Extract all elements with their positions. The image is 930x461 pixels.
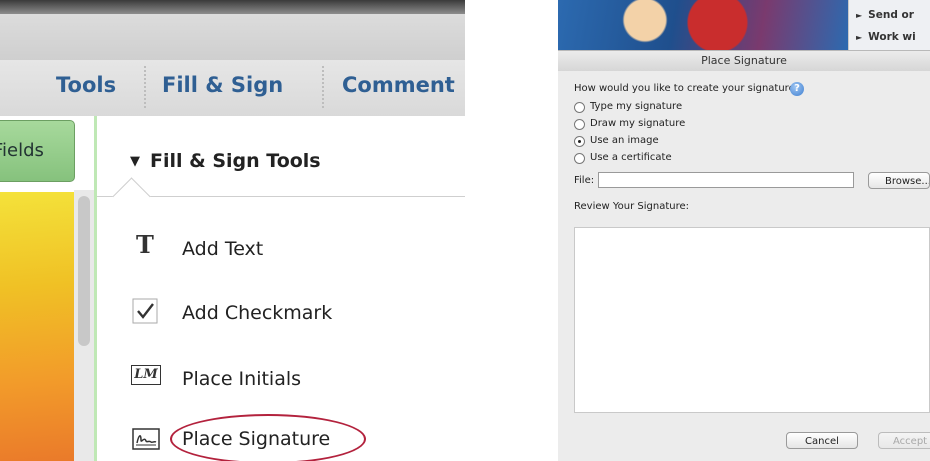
fill-sign-tools-heading: Fill & Sign Tools (150, 150, 321, 172)
use-certificate-label[interactable]: Use a certificate (590, 152, 672, 163)
fill-sign-panel-screenshot: Tools Fill & Sign Comment Fields ▼ Fill &… (0, 0, 465, 461)
add-checkmark-tool[interactable]: Add Checkmark (130, 292, 370, 332)
tools-tab[interactable]: Tools (56, 73, 116, 97)
type-signature-label[interactable]: Type my signature (590, 101, 682, 112)
draw-signature-label[interactable]: Draw my signature (590, 118, 685, 129)
add-text-tool[interactable]: T Add Text (130, 228, 370, 268)
send-or-item[interactable]: ► Send or (856, 9, 914, 21)
add-checkmark-label: Add Checkmark (182, 302, 333, 324)
document-preview (0, 192, 74, 461)
add-text-label: Add Text (182, 238, 264, 260)
fill-sign-tab[interactable]: Fill & Sign (162, 73, 283, 97)
initials-icon: LM (131, 365, 161, 385)
signature-question: How would you like to create your signat… (574, 83, 801, 94)
browse-button[interactable]: Browse... (868, 172, 930, 189)
review-signature-label: Review Your Signature: (574, 201, 689, 212)
checkmark-icon (132, 298, 158, 324)
toolbar-separator (322, 66, 324, 108)
use-certificate-radio[interactable] (574, 153, 585, 164)
send-or-label: Send or (868, 9, 914, 21)
work-with-label: Work wi (868, 31, 916, 43)
help-icon[interactable]: ? (790, 82, 804, 96)
title-band (0, 14, 465, 60)
use-image-radio[interactable] (574, 136, 585, 147)
file-path-input[interactable] (598, 172, 854, 188)
signature-preview-area (574, 227, 930, 413)
background-photo (558, 0, 848, 50)
draw-signature-radio[interactable] (574, 119, 585, 130)
highlight-ellipse (170, 414, 366, 461)
comment-tab[interactable]: Comment (342, 73, 455, 97)
dialog-title: Place Signature (558, 50, 930, 72)
signature-icon (132, 428, 160, 450)
collapse-triangle-icon: ▼ (130, 154, 140, 169)
use-image-label[interactable]: Use an image (590, 135, 659, 146)
panel-header-divider (97, 196, 465, 197)
expand-arrow-icon: ► (856, 11, 863, 20)
fill-sign-tools-header[interactable]: ▼ Fill & Sign Tools (130, 150, 321, 172)
place-initials-label: Place Initials (182, 368, 302, 390)
expand-arrow-icon: ► (856, 33, 863, 42)
cancel-button[interactable]: Cancel (786, 432, 858, 449)
fields-button-label: Fields (0, 140, 44, 161)
place-signature-dialog-screenshot: ► Send or ► Work wi Place Signature How wo… (558, 0, 930, 461)
scrollbar-thumb[interactable] (78, 196, 90, 346)
type-signature-radio[interactable] (574, 102, 585, 113)
work-with-item[interactable]: ► Work wi (856, 31, 916, 43)
text-t-icon: T (136, 230, 154, 259)
toolbar-separator (144, 66, 146, 108)
place-initials-tool[interactable]: LM Place Initials (130, 358, 370, 398)
file-label: File: (574, 175, 595, 186)
accept-button[interactable]: Accept (878, 432, 930, 449)
window-top-strip (0, 0, 465, 14)
panel-divider (94, 116, 97, 461)
fields-button[interactable]: Fields (0, 120, 75, 182)
